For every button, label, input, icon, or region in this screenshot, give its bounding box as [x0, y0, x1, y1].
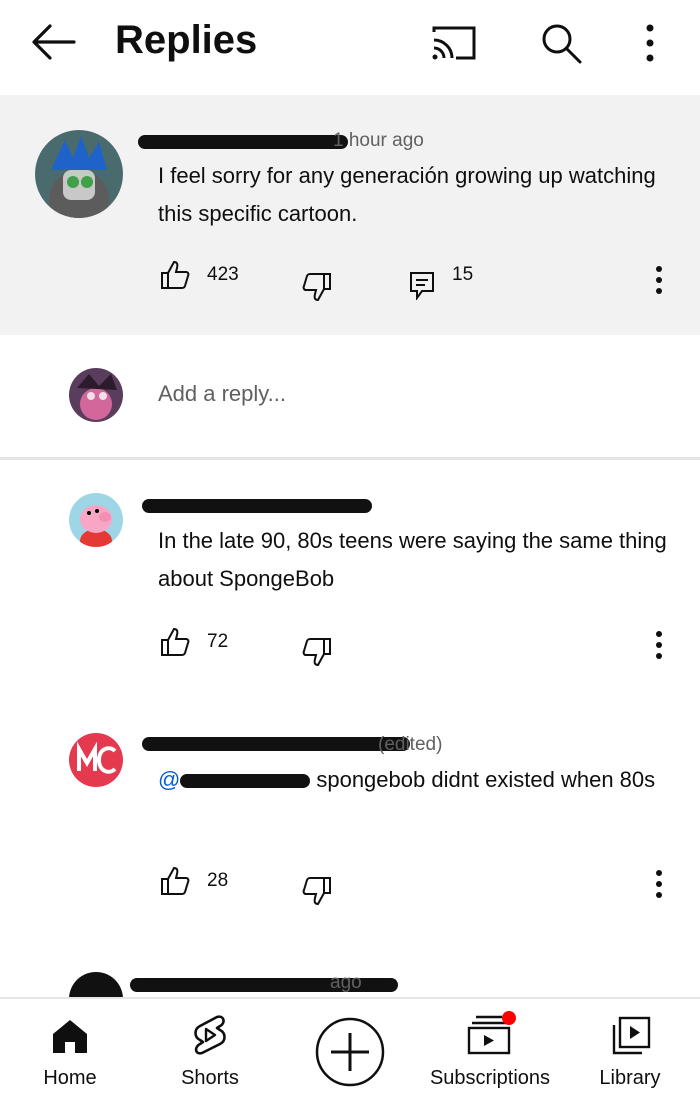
avatar[interactable]: [69, 733, 123, 787]
back-arrow-icon[interactable]: [30, 22, 76, 62]
comment-options-icon[interactable]: [650, 869, 668, 901]
cast-icon[interactable]: [430, 24, 478, 64]
like-icon[interactable]: [160, 260, 190, 290]
like-icon[interactable]: [160, 866, 190, 896]
nav-label: Library: [599, 1067, 661, 1089]
comment-meta: 1 hour ago: [333, 130, 424, 151]
dislike-icon[interactable]: [302, 272, 332, 302]
comment-text: I feel sorry for any generación growing …: [158, 163, 656, 226]
comment-meta: (edited): [378, 734, 443, 755]
divider: [0, 457, 700, 460]
user-avatar: [69, 368, 123, 422]
reply-icon[interactable]: [408, 270, 436, 300]
page-title: Replies: [115, 18, 258, 62]
notification-dot: [502, 1011, 516, 1025]
redacted-username: [142, 737, 410, 751]
redacted-username: [138, 135, 348, 149]
nav-home[interactable]: Home: [20, 999, 120, 1103]
comment-options-icon[interactable]: [650, 265, 668, 297]
nav-subscriptions[interactable]: Subscriptions: [420, 999, 560, 1103]
home-icon: [53, 1020, 87, 1053]
add-reply-input[interactable]: Add a reply...: [158, 381, 286, 407]
nav-label: Subscriptions: [429, 1067, 551, 1089]
dislike-icon[interactable]: [302, 876, 332, 906]
nav-label: Shorts: [181, 1067, 239, 1089]
like-icon[interactable]: [160, 627, 190, 657]
subscriptions-icon: [467, 1011, 516, 1055]
add-reply-row: Add a reply...: [0, 335, 700, 457]
like-count: 423: [207, 264, 239, 285]
nav-create[interactable]: [300, 999, 400, 1103]
dislike-icon[interactable]: [302, 637, 332, 667]
nav-label: Home: [43, 1067, 97, 1089]
reply-count: 15: [452, 264, 474, 285]
bottom-navigation: Home Shorts Subscriptions Library: [0, 997, 700, 1103]
more-options-icon[interactable]: [640, 22, 660, 64]
like-count: 72: [207, 631, 229, 652]
nav-shorts[interactable]: Shorts: [160, 999, 260, 1103]
avatar[interactable]: [35, 130, 123, 218]
search-icon[interactable]: [540, 22, 582, 64]
user-mention[interactable]: @: [158, 767, 180, 792]
shorts-icon: [194, 1015, 226, 1055]
comment-options-icon[interactable]: [650, 630, 668, 662]
create-icon: [315, 1017, 385, 1087]
like-count: 28: [207, 870, 229, 891]
comment-meta: ago: [330, 972, 362, 993]
comment-text: @ spongebob didnt existed when 80s: [158, 767, 656, 792]
top-app-bar: Replies: [0, 0, 700, 95]
parent-comment: 1 hour ago I feel sorry for any generaci…: [0, 95, 700, 335]
comment-text: In the late 90, 80s teens were saying th…: [158, 528, 667, 591]
avatar[interactable]: [69, 493, 123, 547]
redacted-username: [142, 499, 372, 513]
nav-library[interactable]: Library: [580, 999, 680, 1103]
library-icon: [612, 1016, 651, 1055]
